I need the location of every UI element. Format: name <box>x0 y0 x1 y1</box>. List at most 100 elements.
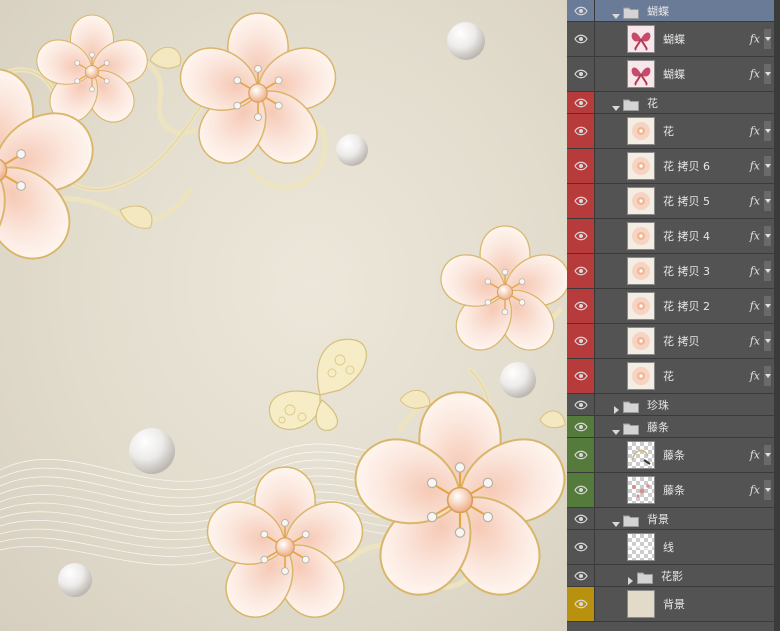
visibility-eye-icon[interactable] <box>567 114 595 148</box>
layer-name[interactable]: 背景 <box>647 511 669 527</box>
layer-row-vine-2[interactable]: 藤条 fx <box>567 473 774 508</box>
visibility-eye-icon[interactable] <box>567 324 595 358</box>
effects-expand-arrow-icon[interactable] <box>764 156 771 176</box>
effects-expand-arrow-icon[interactable] <box>764 261 771 281</box>
layer-group-row-flower-shadow-group[interactable]: 花影 <box>567 565 774 587</box>
visibility-eye-icon[interactable] <box>567 587 595 621</box>
effects-expand-arrow-icon[interactable] <box>764 445 771 465</box>
layer-group-row-pearl-group[interactable]: 珍珠 <box>567 394 774 416</box>
layer-thumbnail[interactable] <box>627 117 655 145</box>
layer-thumbnail[interactable] <box>627 533 655 561</box>
layer-name[interactable]: 蝴蝶 <box>663 31 685 47</box>
layer-effects-fx-icon[interactable]: fx <box>750 33 760 46</box>
layer-row-flower-copy-5[interactable]: 花 拷贝 5 fx <box>567 184 774 219</box>
effects-expand-arrow-icon[interactable] <box>764 191 771 211</box>
layer-effects-fx-icon[interactable]: fx <box>750 300 760 313</box>
effects-expand-arrow-icon[interactable] <box>764 366 771 386</box>
layer-name[interactable]: 花 <box>663 368 674 384</box>
collapse-triangle-icon[interactable] <box>611 422 621 435</box>
layer-effects-fx-icon[interactable]: fx <box>750 370 760 383</box>
layer-row-butterfly-1[interactable]: 蝴蝶 fx <box>567 22 774 57</box>
layer-row-background[interactable]: 背景 <box>567 587 774 622</box>
layer-row-flower-copy-4[interactable]: 花 拷贝 4 fx <box>567 219 774 254</box>
layer-effects-fx-icon[interactable]: fx <box>750 230 760 243</box>
layer-thumbnail[interactable] <box>627 60 655 88</box>
layer-name[interactable]: 藤条 <box>663 482 685 498</box>
document-canvas[interactable] <box>0 0 567 631</box>
visibility-eye-icon[interactable] <box>567 219 595 253</box>
layer-name[interactable]: 藤条 <box>663 447 685 463</box>
layer-thumbnail[interactable] <box>627 257 655 285</box>
layer-name[interactable]: 花影 <box>661 568 683 584</box>
visibility-eye-icon[interactable] <box>567 394 595 415</box>
layer-effects-fx-icon[interactable]: fx <box>750 484 760 497</box>
visibility-eye-icon[interactable] <box>567 149 595 183</box>
layer-name[interactable]: 背景 <box>663 596 685 612</box>
visibility-eye-icon[interactable] <box>567 22 595 56</box>
layer-name[interactable]: 花 拷贝 <box>663 333 700 349</box>
visibility-eye-icon[interactable] <box>567 473 595 507</box>
layer-row-flower-b[interactable]: 花 fx <box>567 359 774 394</box>
layer-name[interactable]: 花 拷贝 3 <box>663 263 710 279</box>
layer-effects-fx-icon[interactable]: fx <box>750 335 760 348</box>
effects-expand-arrow-icon[interactable] <box>764 64 771 84</box>
layer-group-row-flower-group[interactable]: 花 <box>567 92 774 114</box>
visibility-eye-icon[interactable] <box>567 57 595 91</box>
layer-name[interactable]: 花 拷贝 6 <box>663 158 710 174</box>
layer-effects-fx-icon[interactable]: fx <box>750 449 760 462</box>
layer-row-flower[interactable]: 花 fx <box>567 114 774 149</box>
visibility-eye-icon[interactable] <box>567 92 595 113</box>
visibility-eye-icon[interactable] <box>567 530 595 564</box>
layer-effects-fx-icon[interactable]: fx <box>750 68 760 81</box>
layer-name[interactable]: 蝴蝶 <box>663 66 685 82</box>
layer-thumbnail[interactable] <box>627 222 655 250</box>
layer-group-row-vine-group[interactable]: 藤条 <box>567 416 774 438</box>
layer-row-flower-copy-6[interactable]: 花 拷贝 6 fx <box>567 149 774 184</box>
collapse-triangle-icon[interactable] <box>611 98 621 111</box>
layer-row-flower-copy-2[interactable]: 花 拷贝 2 fx <box>567 289 774 324</box>
layer-thumbnail[interactable] <box>627 25 655 53</box>
layer-name[interactable]: 花 <box>663 123 674 139</box>
layer-thumbnail[interactable] <box>627 292 655 320</box>
layer-row-vine-1[interactable]: 藤条 fx <box>567 438 774 473</box>
layer-effects-fx-icon[interactable]: fx <box>750 160 760 173</box>
visibility-eye-icon[interactable] <box>567 438 595 472</box>
collapse-triangle-icon[interactable] <box>611 6 621 19</box>
expand-triangle-icon[interactable] <box>611 400 621 414</box>
layer-row-lines[interactable]: 线 <box>567 530 774 565</box>
layer-effects-fx-icon[interactable]: fx <box>750 265 760 278</box>
visibility-eye-icon[interactable] <box>567 565 595 586</box>
visibility-eye-icon[interactable] <box>567 184 595 218</box>
layer-effects-fx-icon[interactable]: fx <box>750 195 760 208</box>
layer-thumbnail[interactable] <box>627 152 655 180</box>
layer-effects-fx-icon[interactable]: fx <box>750 125 760 138</box>
layer-thumbnail[interactable] <box>627 476 655 504</box>
layer-thumbnail[interactable] <box>627 441 655 469</box>
layer-row-flower-copy[interactable]: 花 拷贝 fx <box>567 324 774 359</box>
collapse-triangle-icon[interactable] <box>611 514 621 527</box>
effects-expand-arrow-icon[interactable] <box>764 480 771 500</box>
layer-row-butterfly-2[interactable]: 蝴蝶 fx <box>567 57 774 92</box>
layers-scrollbar[interactable] <box>774 0 780 631</box>
visibility-eye-icon[interactable] <box>567 416 595 437</box>
effects-expand-arrow-icon[interactable] <box>764 29 771 49</box>
effects-expand-arrow-icon[interactable] <box>764 226 771 246</box>
layer-thumbnail[interactable] <box>627 362 655 390</box>
layer-group-row-bg-group[interactable]: 背景 <box>567 508 774 530</box>
layer-name[interactable]: 花 拷贝 2 <box>663 298 710 314</box>
layer-name[interactable]: 藤条 <box>647 419 669 435</box>
layer-thumbnail[interactable] <box>627 327 655 355</box>
effects-expand-arrow-icon[interactable] <box>764 331 771 351</box>
layer-row-flower-copy-3[interactable]: 花 拷贝 3 fx <box>567 254 774 289</box>
visibility-eye-icon[interactable] <box>567 254 595 288</box>
visibility-eye-icon[interactable] <box>567 289 595 323</box>
layer-name[interactable]: 蝴蝶 <box>647 3 669 19</box>
layer-thumbnail[interactable] <box>627 590 655 618</box>
layer-name[interactable]: 珍珠 <box>647 397 669 413</box>
visibility-eye-icon[interactable] <box>567 0 595 21</box>
expand-triangle-icon[interactable] <box>625 571 635 585</box>
layer-thumbnail[interactable] <box>627 187 655 215</box>
effects-expand-arrow-icon[interactable] <box>764 121 771 141</box>
effects-expand-arrow-icon[interactable] <box>764 296 771 316</box>
layer-name[interactable]: 线 <box>663 539 674 555</box>
